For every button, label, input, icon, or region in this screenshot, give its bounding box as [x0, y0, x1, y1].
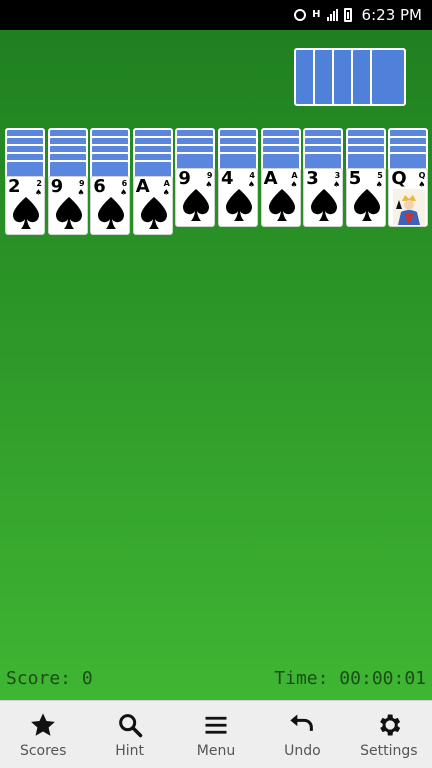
face-up-card[interactable]: 6 6 ♠ — [90, 176, 131, 235]
alarm-icon — [294, 9, 307, 21]
search-icon — [118, 714, 142, 738]
card-rank: A — [263, 168, 278, 189]
card-corner-rank: 4 — [249, 171, 255, 180]
signal-icon — [326, 9, 338, 21]
gear-icon — [379, 714, 401, 736]
spade-icon — [226, 189, 252, 221]
status-time: 6:23 PM — [361, 6, 422, 24]
face-up-card[interactable]: A A ♠ — [260, 168, 301, 227]
face-up-card[interactable]: 9 9 ♠ — [47, 176, 88, 235]
card-rank: 9 — [50, 176, 64, 197]
card-rank: 5 — [348, 168, 362, 189]
undo-icon — [290, 714, 314, 731]
battery-icon — [343, 8, 352, 22]
menu-icon — [205, 716, 227, 734]
card-rank: 9 — [178, 168, 191, 189]
stock-card[interactable] — [370, 48, 406, 106]
menu-label: Menu — [196, 743, 236, 759]
card-rank: 2 — [8, 176, 21, 197]
spade-icon — [140, 197, 167, 229]
card-rank: 3 — [306, 168, 319, 189]
spade-icon — [353, 189, 380, 221]
settings-button[interactable]: Settings — [346, 701, 432, 768]
card-corner-rank: 3 — [334, 171, 341, 180]
undo-button[interactable]: Undo — [259, 701, 345, 768]
card-corner-rank: A — [163, 179, 170, 188]
face-up-card[interactable]: A A ♠ — [132, 176, 173, 235]
face-up-card[interactable]: 3 3 ♠ — [303, 168, 344, 227]
spade-icon — [311, 189, 338, 221]
spade-icon — [183, 189, 210, 221]
scores-label: Scores — [19, 743, 67, 759]
card-corner-rank: 5 — [377, 171, 383, 180]
hint-label: Hint — [115, 743, 144, 759]
settings-label: Settings — [360, 743, 418, 759]
face-up-card[interactable]: 4 4 ♠ — [218, 168, 258, 227]
corner-spade-icon: ♠ — [418, 180, 426, 189]
queen-face-icon — [393, 189, 426, 225]
scores-button[interactable]: Scores — [0, 701, 86, 768]
card-corner-rank: A — [291, 171, 298, 180]
star-icon — [31, 713, 56, 736]
undo-label: Undo — [284, 743, 321, 759]
card-rank: Q — [391, 168, 407, 189]
stock-pile[interactable] — [294, 48, 414, 108]
card-corner-rank: 9 — [79, 179, 85, 188]
spade-icon — [13, 197, 39, 229]
card-corner-rank: 9 — [206, 171, 213, 180]
card-corner-rank: 6 — [121, 179, 128, 188]
card-rank: 6 — [93, 176, 106, 197]
card-rank: A — [135, 176, 150, 197]
spade-icon — [268, 189, 295, 221]
face-up-card[interactable]: 2 2 ♠ — [5, 176, 45, 235]
hint-button[interactable]: Hint — [86, 701, 172, 768]
face-up-card[interactable]: Q Q ♠ — [388, 168, 429, 227]
score-label: Score: 0 — [6, 668, 93, 689]
bottom-nav: Scores Hint Menu Undo Settings — [0, 700, 432, 768]
status-bar: H 6:23 PM — [0, 0, 432, 30]
spade-icon — [55, 197, 82, 229]
face-up-card[interactable]: 9 9 ♠ — [175, 168, 216, 227]
card-rank: 4 — [221, 168, 234, 189]
network-type: H — [312, 9, 321, 20]
time-label: Time: 00:00:01 — [274, 668, 426, 689]
card-corner-rank: 2 — [36, 179, 42, 188]
face-up-card[interactable]: 5 5 ♠ — [345, 168, 386, 227]
spade-icon — [98, 197, 125, 229]
menu-button[interactable]: Menu — [173, 701, 259, 768]
card-corner-rank: Q — [418, 171, 426, 180]
